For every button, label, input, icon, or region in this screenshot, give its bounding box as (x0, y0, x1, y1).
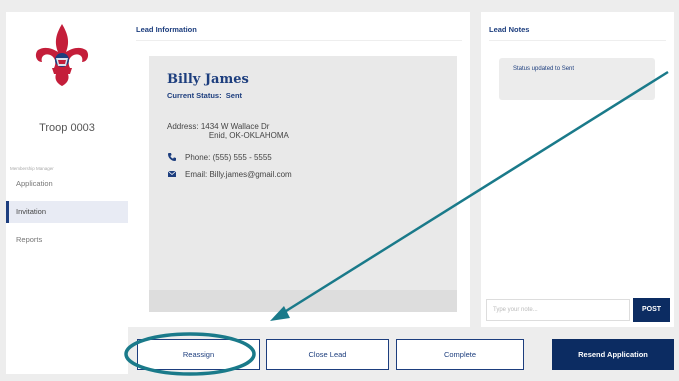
sidebar-item-application[interactable]: Application (6, 173, 128, 195)
reassign-button[interactable]: Reassign (137, 339, 260, 370)
scouts-logo-icon (35, 24, 89, 86)
note-item: Status updated to Sent (499, 58, 655, 100)
lead-phone: Phone: (555) 555 - 5555 (167, 152, 272, 162)
email-label: Email: (185, 169, 208, 179)
email-value[interactable]: Billy.james@gmail.com (209, 170, 291, 179)
card-footer (149, 290, 457, 312)
troop-name: Troop 0003 (39, 122, 95, 134)
lead-notes-panel: Lead Notes Status updated to Sent Type y… (481, 12, 674, 327)
note-input[interactable]: Type your note... (486, 299, 630, 321)
notes-panel-title: Lead Notes (489, 25, 530, 34)
divider (136, 40, 462, 41)
phone-label: Phone: (185, 152, 211, 162)
complete-button[interactable]: Complete (396, 339, 524, 370)
address-line-1: 1434 W Wallace Dr (200, 122, 270, 131)
status-value: Sent (225, 91, 243, 100)
sidebar-item-reports[interactable]: Reports (6, 229, 128, 251)
status-label: Current Status: (167, 91, 222, 100)
lead-email: Email: Billy.james@gmail.com (167, 169, 292, 179)
sidebar-item-invitation[interactable]: Invitation (6, 201, 128, 223)
address-label: Address: (167, 122, 199, 131)
lead-card: Billy James Current Status: Sent Address… (149, 56, 457, 312)
divider (489, 40, 666, 41)
resend-application-button[interactable]: Resend Application (552, 339, 674, 370)
note-text: Status updated to Sent (513, 66, 575, 72)
post-note-button[interactable]: POST (633, 298, 670, 322)
phone-icon (168, 153, 176, 161)
lead-address: Address: 1434 W Wallace Dr Enid, OK-OKLA… (167, 122, 289, 140)
phone-value[interactable]: (555) 555 - 5555 (213, 153, 272, 162)
lead-status: Current Status: Sent (167, 91, 242, 100)
lead-information-panel: Lead Information Billy James Current Sta… (128, 12, 470, 327)
address-line-2: Enid, OK-OKLAHOMA (208, 131, 289, 140)
close-lead-button[interactable]: Close Lead (266, 339, 389, 370)
email-icon (167, 170, 177, 177)
sidebar: Troop 0003 Membership Manager Applicatio… (6, 12, 128, 374)
lead-panel-title: Lead Information (136, 25, 197, 34)
lead-name: Billy James (167, 72, 249, 87)
nav-section-label: Membership Manager (10, 166, 54, 171)
